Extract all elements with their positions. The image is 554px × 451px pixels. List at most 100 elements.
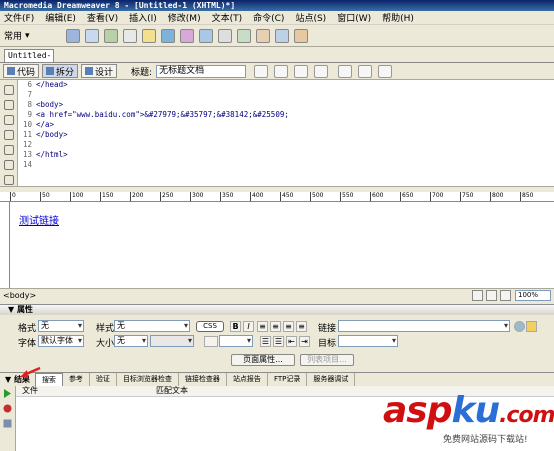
menu-item[interactable]: 帮助(H) [382, 11, 414, 24]
results-tab[interactable]: 服务器调试 [307, 373, 356, 386]
ruler-mark: 500 [310, 192, 323, 201]
ruler-mark: 450 [280, 192, 293, 201]
code-line: 8 <body> [18, 100, 554, 110]
style-select[interactable]: 无 [114, 320, 190, 332]
design-view[interactable]: 测试链接 [10, 202, 554, 288]
code-toolbar [0, 80, 18, 186]
collapse-selection-icon[interactable] [4, 115, 14, 125]
align-left-icon[interactable]: ≡ [257, 321, 268, 332]
size-unit-select [150, 335, 194, 347]
justify-icon[interactable]: ≡ [296, 321, 307, 332]
align-right-icon[interactable]: ≡ [283, 321, 294, 332]
unordered-list-icon[interactable]: ☰ [260, 336, 271, 347]
code-line: 10 </a> [18, 120, 554, 130]
ruler-mark: 800 [490, 192, 503, 201]
code-text: <body> [36, 100, 64, 109]
select-parent-tag-icon[interactable] [4, 145, 14, 155]
design-view-button[interactable]: 设计 [81, 64, 118, 78]
validate-icon[interactable] [254, 64, 269, 78]
select-tool-icon[interactable] [472, 290, 483, 301]
menu-item[interactable]: 插入(I) [129, 11, 157, 24]
code-editor[interactable]: 6 </head> 7 8 <body> 9 <a href="www.baidu.com"… [18, 80, 554, 186]
code-view-button[interactable]: 代码 [3, 64, 40, 78]
hand-tool-icon[interactable] [486, 290, 497, 301]
menu-item[interactable]: 站点(S) [295, 11, 326, 24]
layer-icon[interactable] [142, 28, 156, 43]
line-numbers-icon[interactable] [4, 175, 14, 185]
menu-item[interactable]: 编辑(E) [45, 11, 76, 24]
tag-selector[interactable]: <body> [3, 291, 36, 300]
target-select[interactable] [338, 335, 398, 347]
stop-icon[interactable] [3, 404, 12, 413]
page-properties-button[interactable]: 页面属性... [231, 354, 295, 366]
point-to-file-icon[interactable] [514, 321, 525, 332]
outdent-icon[interactable]: ⇤ [286, 336, 297, 347]
menu-item[interactable]: 文件(F) [4, 11, 34, 24]
menu-item[interactable]: 查看(V) [87, 11, 118, 24]
italic-button[interactable]: I [243, 321, 254, 332]
zoom-select[interactable]: 100% [515, 290, 551, 301]
results-tab[interactable]: 参考 [63, 373, 90, 386]
debug-icon[interactable] [314, 64, 329, 78]
ordered-list-icon[interactable]: ☰ [273, 336, 284, 347]
templates-icon[interactable] [275, 28, 289, 43]
menu-item[interactable]: 窗口(W) [337, 11, 371, 24]
properties-panel: 格式 无 样式 无 CSS B I ≡ ≡ ≡ ≡ 链接 字体 默认字体 大小 … [0, 315, 554, 372]
results-tab[interactable]: 目标浏览器检查 [117, 373, 179, 386]
link-input[interactable] [338, 320, 510, 332]
preview-browser-icon[interactable] [294, 64, 309, 78]
indent-icon[interactable]: ⇥ [299, 336, 310, 347]
save-report-icon[interactable] [3, 419, 12, 428]
script-icon[interactable] [256, 28, 270, 43]
format-select[interactable]: 无 [38, 320, 84, 332]
split-view-button[interactable]: 拆分 [42, 64, 79, 78]
results-tab[interactable]: FTP记录 [268, 373, 308, 386]
code-line: 7 [18, 90, 554, 100]
menu-item[interactable]: 命令(C) [253, 11, 284, 24]
named-anchor-icon[interactable] [104, 28, 118, 43]
ruler-mark: 150 [100, 192, 113, 201]
results-tab[interactable]: 站点报告 [227, 373, 268, 386]
date-icon[interactable] [199, 28, 213, 43]
ruler-mark: 0 [10, 192, 16, 201]
hyperlink-icon[interactable] [66, 28, 80, 43]
text-color-swatch[interactable] [204, 336, 218, 347]
ruler-mark: 400 [250, 192, 263, 201]
test-link[interactable]: 测试链接 [19, 212, 59, 227]
image-icon[interactable] [161, 28, 175, 43]
head-icon[interactable] [237, 28, 251, 43]
email-link-icon[interactable] [85, 28, 99, 43]
title-input[interactable]: 无标题文档 [156, 64, 247, 78]
visual-aids-icon[interactable] [378, 64, 393, 78]
refresh-icon[interactable] [338, 64, 353, 78]
balance-braces-icon[interactable] [4, 160, 14, 170]
results-tab[interactable]: 链接检查器 [179, 373, 227, 386]
menu-item[interactable]: 文本(T) [212, 11, 243, 24]
collapse-tag-icon[interactable] [4, 100, 14, 110]
bold-button[interactable]: B [230, 321, 241, 332]
document-tab[interactable]: Untitled-1* [4, 49, 54, 72]
browse-folder-icon[interactable] [526, 321, 537, 332]
chevron-down-icon: ▾ [25, 30, 30, 41]
expand-all-icon[interactable] [4, 130, 14, 140]
zoom-tool-icon[interactable] [500, 290, 511, 301]
table-icon[interactable] [123, 28, 137, 43]
font-select[interactable]: 默认字体 [38, 335, 84, 347]
code-text: </head> [36, 80, 68, 89]
ruler-mark: 750 [460, 192, 473, 201]
text-color-input[interactable] [219, 335, 253, 347]
size-select[interactable]: 无 [114, 335, 148, 347]
comment-icon[interactable] [218, 28, 232, 43]
file-management-icon[interactable] [274, 64, 289, 78]
properties-panel-header[interactable]: ▼ 属性 [0, 304, 554, 315]
insert-category-select[interactable]: 常用 ▾ [4, 28, 46, 44]
view-options-icon[interactable] [358, 64, 373, 78]
play-icon[interactable] [3, 389, 12, 398]
menu-item[interactable]: 修改(M) [168, 11, 201, 24]
results-tab[interactable]: 验证 [90, 373, 117, 386]
tag-chooser-icon[interactable] [294, 28, 308, 43]
media-icon[interactable] [180, 28, 194, 43]
open-documents-icon[interactable] [4, 85, 14, 95]
align-center-icon[interactable]: ≡ [270, 321, 281, 332]
css-button[interactable]: CSS [196, 321, 224, 332]
